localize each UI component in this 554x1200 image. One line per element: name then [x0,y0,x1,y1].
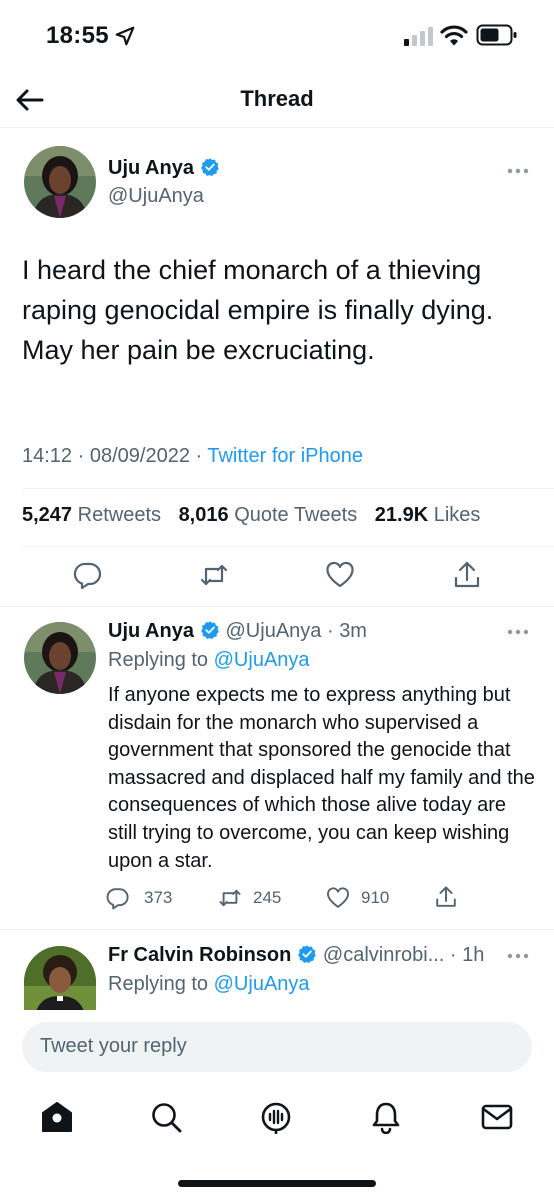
replying-to: Replying to @UjuAnya [108,649,310,671]
more-options-icon[interactable] [507,628,529,636]
author-handle: @UjuAnya [108,185,204,207]
reply-author-handle: @UjuAnya [225,620,322,642]
reply-icon[interactable] [106,886,130,910]
retweet-icon[interactable] [199,560,229,590]
replying-to: Replying to @UjuAnya [108,973,310,995]
retweet-icon[interactable] [218,886,242,910]
reply-header: Fr Calvin Robinson @calvinrobi... · 1h [108,944,485,966]
messages-icon[interactable] [480,1100,514,1134]
divider [0,929,554,930]
search-icon[interactable] [149,1100,183,1134]
replying-to-link[interactable]: @UjuAnya [214,649,310,671]
tweet-stats: 5,247 Retweets 8,016 Quote Tweets 21.9K … [22,504,480,527]
like-icon[interactable] [326,886,350,910]
like-count: 910 [361,888,390,907]
share-icon[interactable] [434,885,458,909]
tweet-date: 08/09/2022 [89,445,190,467]
reply-avatar[interactable] [24,622,96,694]
reply-avatar[interactable] [24,946,96,1010]
retweet-count: 245 [253,888,282,907]
reply-author-handle: @calvinrobi... [322,944,445,966]
wifi-icon [440,25,468,46]
reply-age: 1h [462,944,485,966]
verified-badge-icon [298,945,317,964]
share-icon[interactable] [452,560,482,590]
reply-icon[interactable] [73,560,103,590]
divider [22,546,554,547]
battery-icon [476,24,517,46]
reply-age: 3m [339,620,367,642]
tweet-time: 14:12 [22,445,73,467]
status-bar: 18:55 [0,0,554,70]
replying-to-link[interactable]: @UjuAnya [214,973,310,995]
reply-input-placeholder: Tweet your reply [40,1035,187,1057]
home-icon[interactable] [40,1100,74,1134]
tweet-meta: 14:12 · 08/09/2022 · Twitter for iPhone [22,445,363,467]
reply-input[interactable]: Tweet your reply [22,1022,532,1072]
home-indicator [178,1180,376,1187]
notifications-icon[interactable] [369,1100,403,1134]
status-time: 18:55 [46,22,109,49]
spaces-icon[interactable] [259,1100,293,1134]
divider [22,488,554,489]
location-arrow-icon [115,26,135,46]
likes-stat[interactable]: 21.9K Likes [375,504,481,526]
verified-badge-icon [201,158,219,177]
reply-author-name: Uju Anya [108,620,194,642]
retweets-stat[interactable]: 5,247 Retweets [22,504,161,526]
reply-header: Uju Anya @UjuAnya · 3m [108,620,367,642]
reply-text: If anyone expects me to express anything… [108,684,535,872]
author-name: Uju Anya [108,157,194,179]
divider [0,606,554,607]
reply-count: 373 [144,888,173,907]
tweet-text: I heard the chief monarch of a thieving … [22,255,494,365]
thread-header: Thread [0,72,554,128]
more-options-icon[interactable] [507,167,529,175]
cellular-signal-icon [404,27,433,46]
page-title: Thread [240,86,314,111]
more-options-icon[interactable] [507,952,529,960]
reply-author-name: Fr Calvin Robinson [108,944,292,966]
verified-badge-icon [201,621,219,640]
avatar[interactable] [24,146,96,218]
quote-tweets-stat[interactable]: 8,016 Quote Tweets [179,504,358,526]
tweet-source-link[interactable]: Twitter for iPhone [207,445,363,467]
like-icon[interactable] [325,560,355,590]
